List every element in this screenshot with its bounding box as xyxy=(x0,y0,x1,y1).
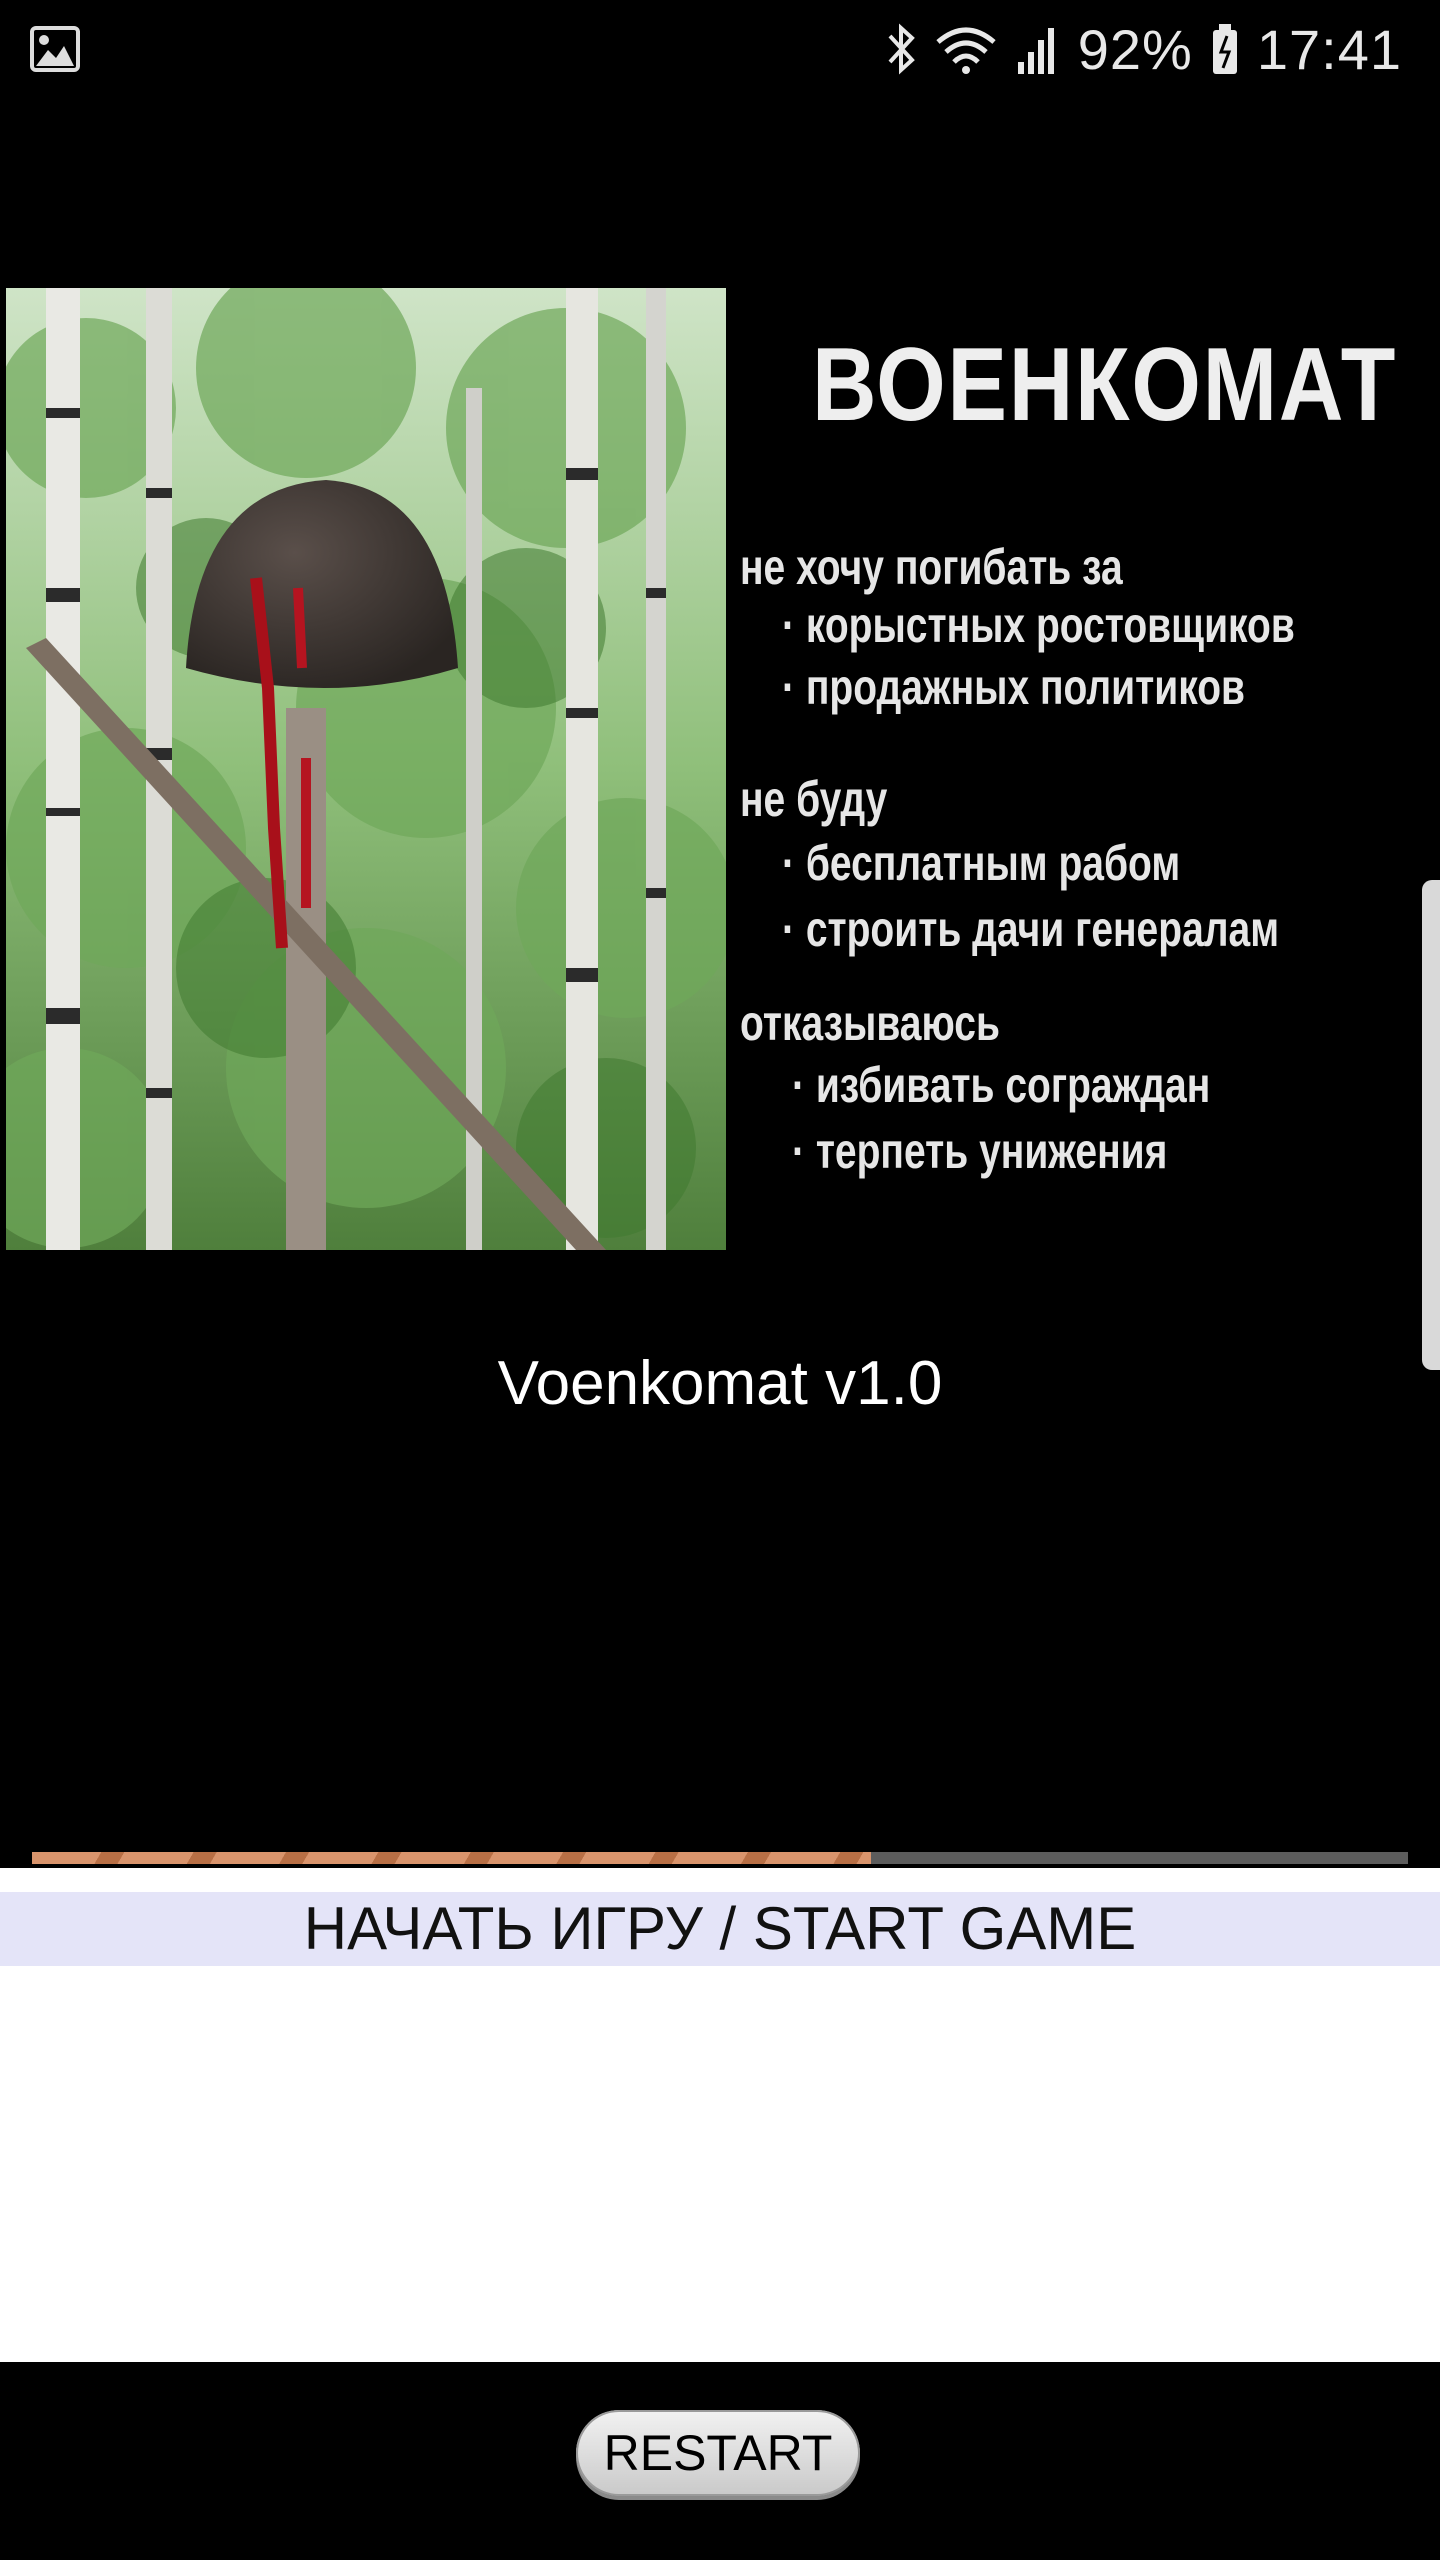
clock: 17:41 xyxy=(1256,17,1402,81)
menu-panel: НАЧАТЬ ИГРУ / START GAME xyxy=(0,1868,1440,2362)
poster-line: · корыстных ростовщиков xyxy=(782,597,1295,653)
status-bar: 92% 17:41 xyxy=(0,0,1440,96)
wifi-icon xyxy=(936,27,996,74)
signal-icon xyxy=(1017,28,1054,74)
poster-line: · избивать сограждан xyxy=(792,1057,1211,1113)
poster-line: · строить дачи генералам xyxy=(782,901,1280,957)
bluetooth-icon xyxy=(888,23,915,75)
poster-line: · терпеть унижения xyxy=(792,1123,1168,1179)
progress-bar xyxy=(32,1852,1408,1864)
battery-percent: 92% xyxy=(1077,17,1193,81)
poster-line: не буду xyxy=(740,771,888,827)
poster-line: отказываюсь xyxy=(740,995,1000,1051)
poster-line: · бесплатным рабом xyxy=(782,835,1181,891)
restart-button[interactable]: RESTART xyxy=(576,2410,860,2496)
gallery-notification-icon xyxy=(30,26,80,72)
poster-text: ВОЕНКОМАТ не хочу погибать за · корыстны… xyxy=(740,286,1440,1254)
app-title: Voenkomat v1.0 xyxy=(497,1349,943,1418)
scroll-handle[interactable] xyxy=(1422,880,1440,1370)
poster-line: · продажных политиков xyxy=(782,659,1246,715)
poster-line: не хочу погибать за xyxy=(740,539,1123,595)
start-game-button[interactable]: НАЧАТЬ ИГРУ / START GAME xyxy=(0,1892,1440,1966)
progress-fill xyxy=(32,1852,872,1864)
battery-icon xyxy=(1212,24,1237,74)
poster-image: ВОЕНКОМАТ не хочу погибать за · корыстны… xyxy=(0,286,1440,1254)
forest-helmet-photo xyxy=(6,288,726,1250)
poster-title: ВОЕНКОМАТ xyxy=(812,327,1398,443)
